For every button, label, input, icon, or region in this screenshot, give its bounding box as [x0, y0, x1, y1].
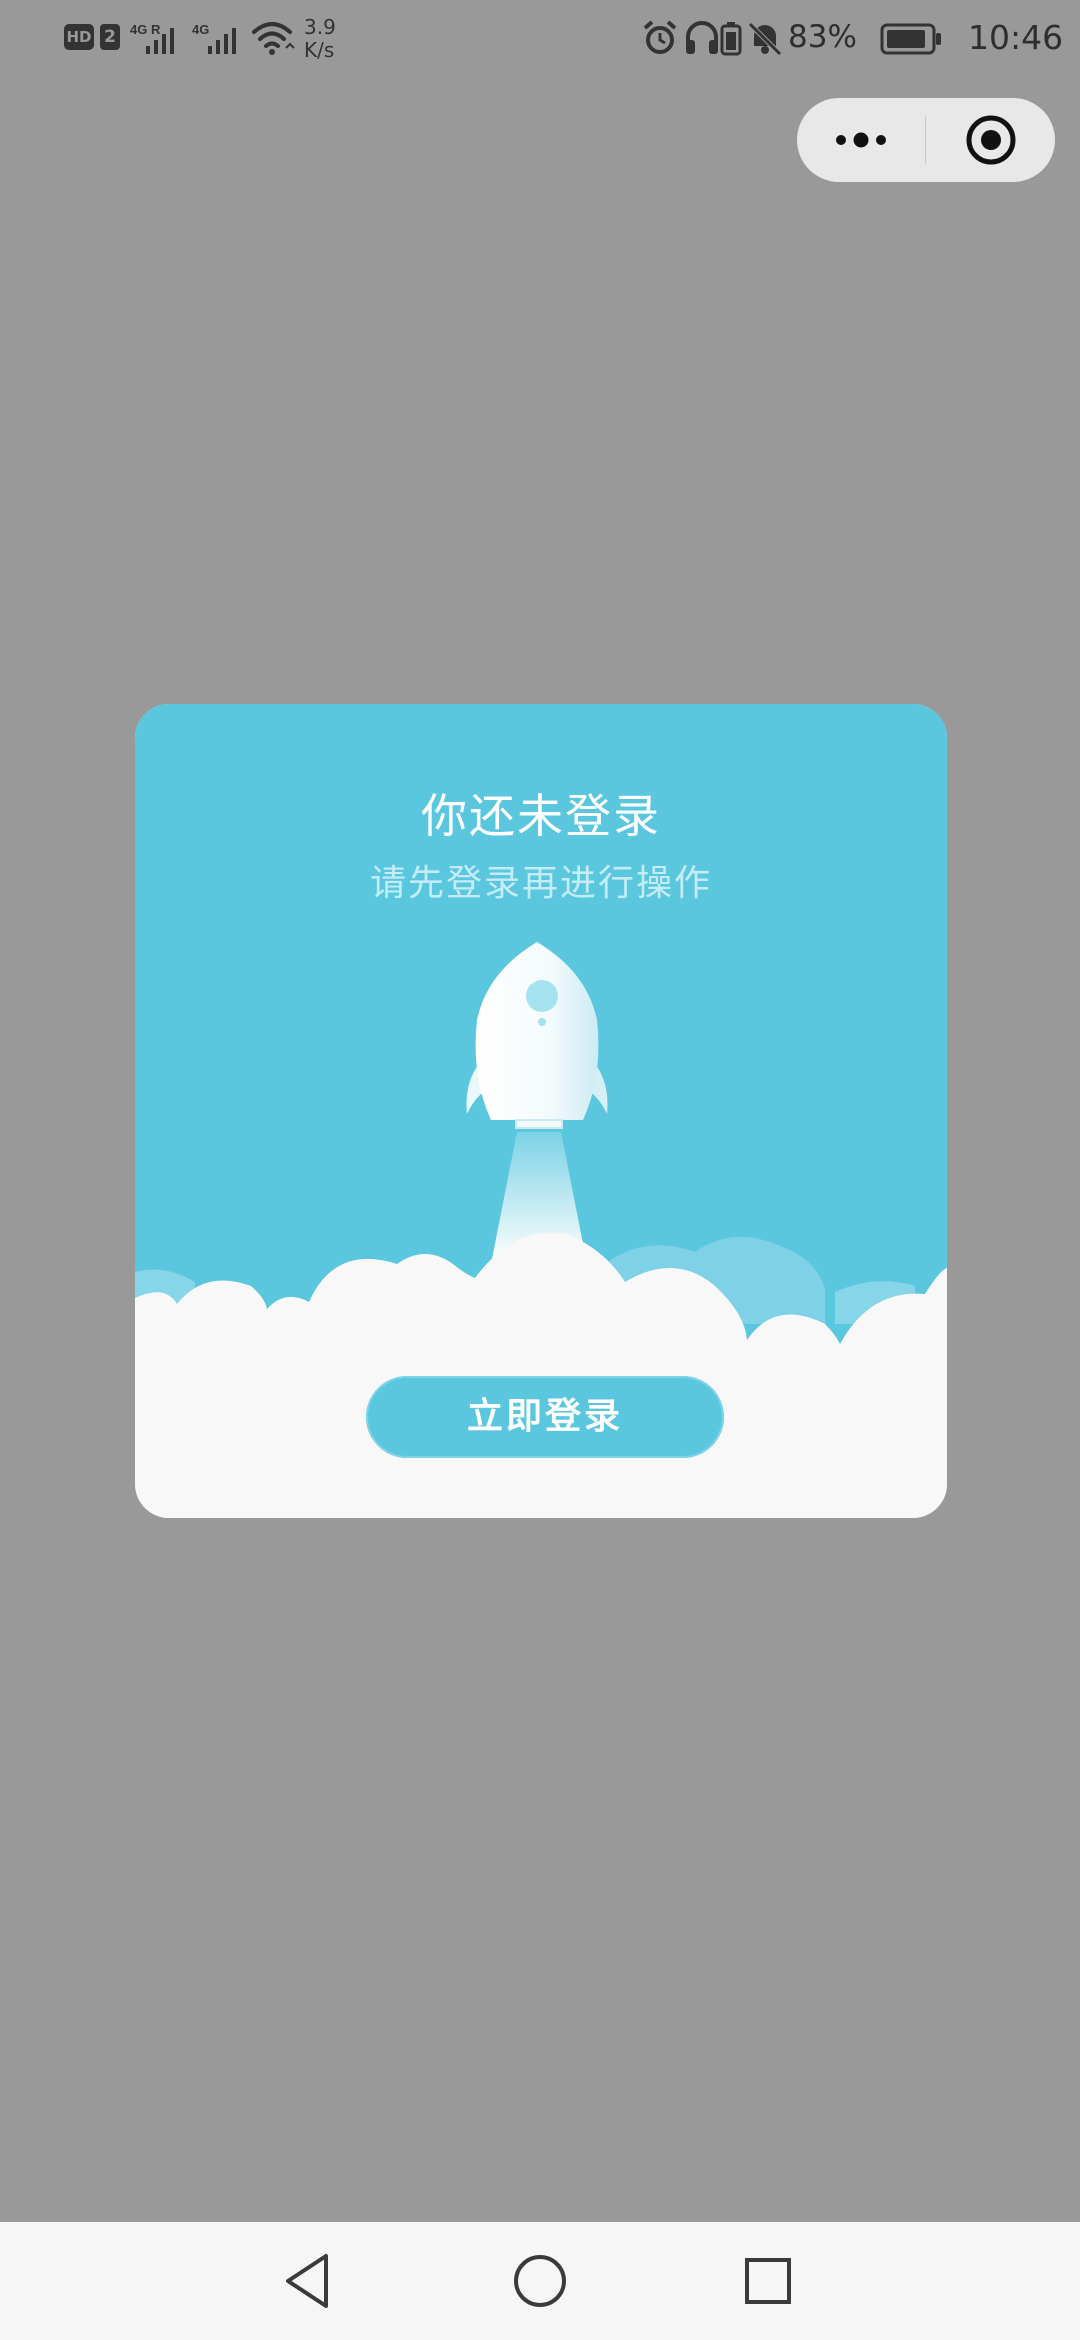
modal-title: 你还未登录 [421, 789, 661, 843]
login-now-button[interactable]: 立即登录 [366, 1376, 724, 1458]
alarm-icon [643, 20, 677, 54]
back-triangle-icon[interactable] [274, 2246, 344, 2316]
target-circle-icon [966, 115, 1015, 165]
signal1-label: 4G R [130, 22, 161, 37]
modal-subtitle: 请先登录再进行操作 [369, 863, 712, 904]
wifi-icon [252, 22, 295, 55]
net-speed: 3.9 K/s [304, 16, 336, 62]
more-button[interactable] [797, 98, 925, 182]
signal-icon: 4G [192, 22, 236, 54]
battery-icon [880, 23, 941, 55]
status-bar: HD 2 4G R 4G 3.9 K/s 83% 10:46 [0, 0, 1080, 78]
battery-percent: 83% [788, 19, 857, 55]
net-speed-value: 3.9 [304, 15, 336, 39]
home-circle-icon[interactable] [505, 2246, 575, 2316]
signal-icon: 4G R [130, 22, 174, 54]
clock: 10:46 [968, 18, 1064, 57]
hd-icon: HD [64, 24, 94, 50]
headset-icon [686, 21, 718, 54]
sim2-icon: 2 [100, 24, 120, 50]
recent-square-icon[interactable] [733, 2246, 803, 2316]
battery-saver-icon [720, 22, 742, 56]
system-nav-bar [0, 2222, 1080, 2340]
status-bar-right: 83% 10:46 [600, 14, 1080, 64]
net-speed-unit: K/s [304, 38, 335, 62]
signal2-label: 4G [192, 22, 209, 37]
close-miniprogram-button[interactable] [926, 98, 1055, 182]
more-dots-icon [836, 132, 886, 148]
capsule-menu [797, 98, 1055, 182]
login-modal: 你还未登录 请先登录再进行操作 立即登录 [135, 704, 947, 1518]
bell-mute-icon [748, 22, 782, 56]
